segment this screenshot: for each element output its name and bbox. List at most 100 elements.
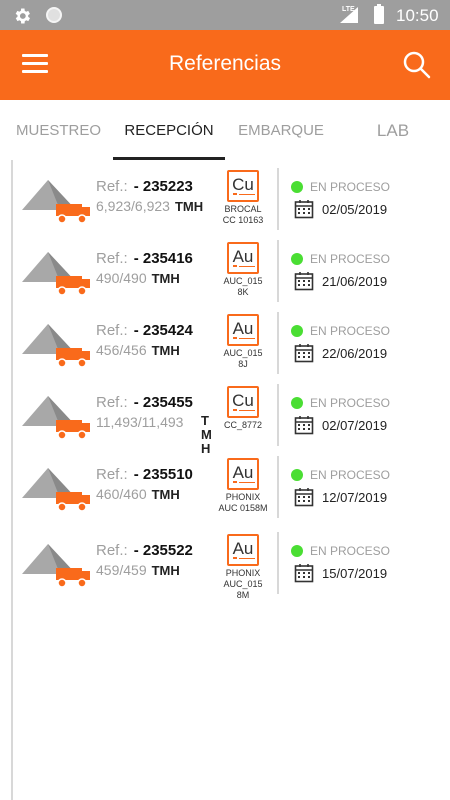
unit: TMH <box>201 413 212 456</box>
mine-truck-icon <box>22 252 90 296</box>
mine-truck-icon <box>22 396 90 440</box>
calendar-icon <box>294 344 314 363</box>
element-name: CC_8772 <box>223 420 263 430</box>
element-badge: Au <box>227 458 259 490</box>
network-type: LTE <box>342 6 355 13</box>
element-symbol: Au <box>232 539 254 558</box>
status-text: EN PROCESO <box>310 252 391 266</box>
quantity: 460/460 <box>96 486 147 502</box>
app-bar: Referencias <box>0 30 450 100</box>
calendar-icon <box>294 272 314 291</box>
list-border <box>11 160 13 800</box>
element-badge: Au <box>227 242 259 274</box>
ref-number: - 235522 <box>133 542 193 559</box>
search-icon[interactable] <box>402 50 432 80</box>
divider <box>277 240 279 302</box>
element-symbol: Au <box>232 319 254 338</box>
date: 02/05/2019 <box>322 202 388 217</box>
list-item[interactable]: Ref.: - 235510 460/460 TMH Au PHONIX AUC 0… <box>18 452 450 524</box>
tab-muestreo[interactable]: MUESTREO <box>16 122 101 139</box>
calendar-icon <box>294 200 314 219</box>
list-item[interactable]: Ref.: - 235223 6,923/6,923 TMH Cu BROCAL C… <box>18 164 450 236</box>
status-text: EN PROCESO <box>310 544 391 558</box>
date: 22/06/2019 <box>322 346 388 361</box>
element-badge: Cu <box>227 386 259 418</box>
quantity: 456/456 <box>96 342 147 358</box>
tab-embarque[interactable]: EMBARQUE <box>238 122 324 139</box>
quantity: 6,923/6,923 <box>96 198 170 214</box>
element-symbol: Au <box>232 247 254 266</box>
ref-label: Ref.: <box>96 250 128 267</box>
mine-truck-icon <box>22 544 90 588</box>
status-text: EN PROCESO <box>310 396 391 410</box>
unit: TMH <box>151 487 180 502</box>
divider <box>277 532 279 594</box>
tab-bar: MUESTREO RECEPCIÓN EMBARQUE LAB <box>0 100 450 160</box>
unit: TMH <box>151 343 180 358</box>
element-name: BROCAL CC 10163 <box>222 204 264 225</box>
status-dot <box>291 545 303 557</box>
quantity: 11,493/11,493 <box>96 414 184 430</box>
mine-truck-icon <box>22 180 90 224</box>
element-name: PHONIX AUC_015 8M <box>223 568 263 600</box>
element-name: PHONIX AUC 0158M <box>218 492 268 513</box>
calendar-icon <box>294 564 314 583</box>
ref-label: Ref.: <box>96 394 128 411</box>
divider <box>277 168 279 230</box>
page-title: Referencias <box>168 52 282 75</box>
date: 02/07/2019 <box>322 418 388 433</box>
element-name: AUC_015 8J <box>223 348 263 369</box>
element-badge: Cu <box>227 170 259 202</box>
tab-lab[interactable]: LAB <box>370 121 416 141</box>
tab-recepcion[interactable]: RECEPCIÓN <box>113 122 225 139</box>
ref-label: Ref.: <box>96 322 128 339</box>
divider <box>277 384 279 446</box>
status-text: EN PROCESO <box>310 180 391 194</box>
status-text: EN PROCESO <box>310 324 391 338</box>
element-symbol: Au <box>232 463 254 482</box>
unit: TMH <box>174 199 204 214</box>
ref-label: Ref.: <box>96 178 128 195</box>
list-item[interactable]: Ref.: - 235522 459/459 TMH Au PHONIX AUC_0… <box>18 528 450 600</box>
ref-number: - 235455 <box>133 394 193 411</box>
quantity: 490/490 <box>96 270 147 286</box>
status-bar: LTE 10:50 <box>0 0 450 30</box>
battery-icon <box>374 4 384 24</box>
date: 21/06/2019 <box>322 274 388 289</box>
list-item[interactable]: Ref.: - 235455 11,493/11,493 TMH Cu CC_877… <box>18 380 450 456</box>
unit: TMH <box>151 271 180 286</box>
quantity: 459/459 <box>96 562 147 578</box>
status-dot <box>291 181 303 193</box>
element-symbol: Cu <box>232 175 254 194</box>
status-text: EN PROCESO <box>310 468 391 482</box>
clock: 10:50 <box>396 6 439 25</box>
unit: TMH <box>151 563 180 578</box>
status-dot <box>291 253 303 265</box>
element-name: AUC_015 8K <box>223 276 263 297</box>
status-dot <box>291 397 303 409</box>
calendar-icon <box>294 488 314 507</box>
date: 15/07/2019 <box>322 566 388 581</box>
ref-number: - 235223 <box>133 178 193 195</box>
divider <box>277 456 279 518</box>
mine-truck-icon <box>22 468 90 512</box>
element-badge: Au <box>227 534 259 566</box>
element-symbol: Cu <box>232 391 254 410</box>
calendar-icon <box>294 416 314 435</box>
divider <box>277 312 279 374</box>
gear-icon <box>15 8 31 24</box>
ref-number: - 235416 <box>133 250 193 267</box>
ref-label: Ref.: <box>96 466 128 483</box>
circle-icon <box>46 7 62 23</box>
tab-indicator <box>113 157 225 160</box>
list-item[interactable]: Ref.: - 235424 456/456 TMH Au AUC_015 8J E… <box>18 308 450 380</box>
list-item[interactable]: Ref.: - 235416 490/490 TMH Au AUC_015 8K E… <box>18 236 450 308</box>
ref-number: - 235510 <box>133 466 193 483</box>
element-badge: Au <box>227 314 259 346</box>
date: 12/07/2019 <box>322 490 388 505</box>
ref-label: Ref.: <box>96 542 128 559</box>
mine-truck-icon <box>22 324 90 368</box>
ref-number: - 235424 <box>133 322 193 339</box>
status-dot <box>291 325 303 337</box>
status-dot <box>291 469 303 481</box>
